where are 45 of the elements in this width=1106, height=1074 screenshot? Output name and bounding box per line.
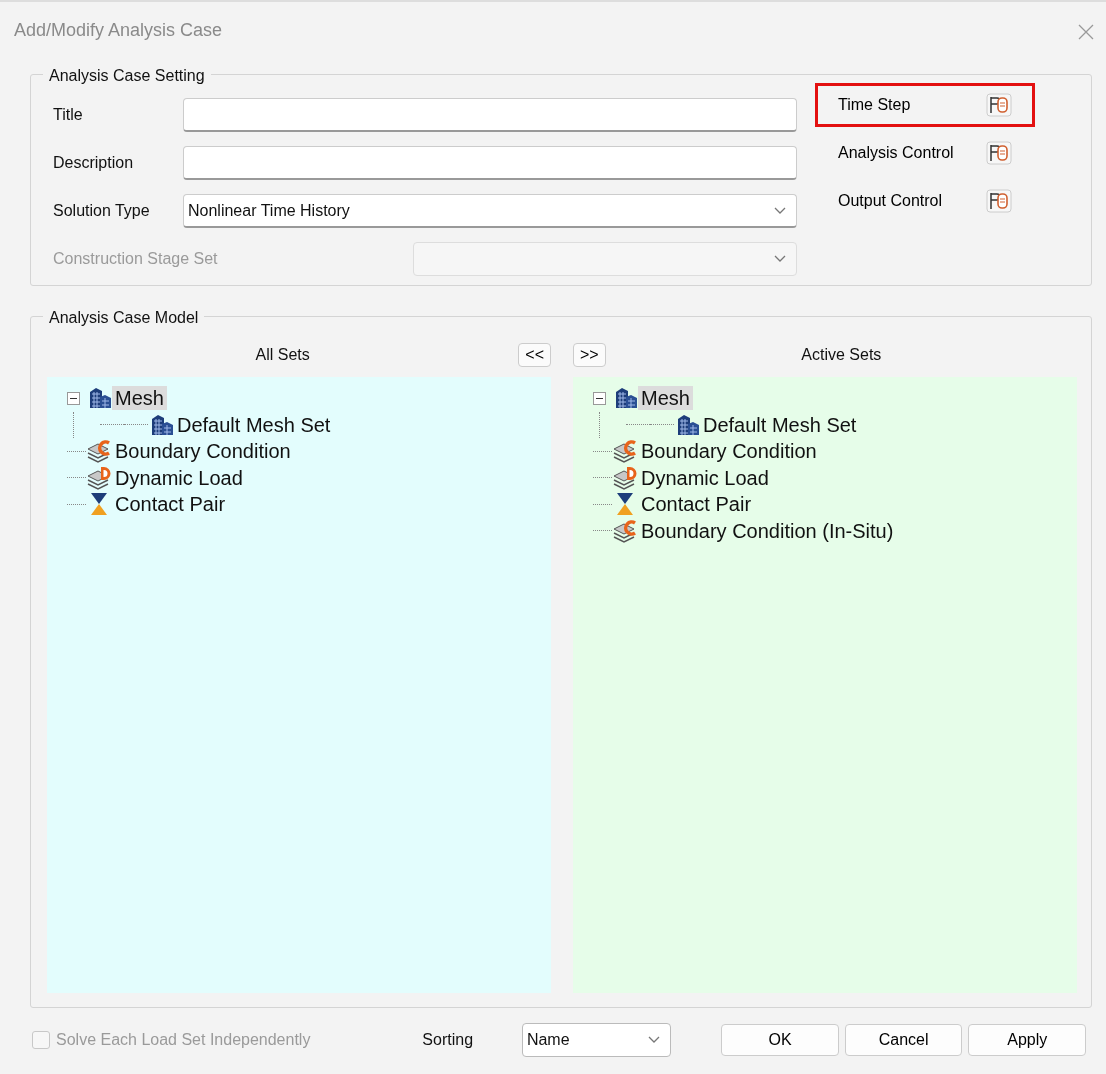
tree-item[interactable]: Boundary Condition (In-Situ) (638, 518, 897, 543)
layers-icon (612, 518, 638, 543)
tree-item[interactable]: Boundary Condition (638, 439, 820, 464)
side-button[interactable]: Analysis Control (815, 131, 1035, 175)
collapse-toggle[interactable] (67, 391, 80, 405)
field-label: Sorting (422, 1030, 475, 1050)
move-button[interactable]: << (518, 343, 551, 367)
tree-item[interactable]: Contact Pair (112, 492, 229, 517)
tree-item[interactable]: Boundary Condition (112, 439, 294, 464)
tree-item[interactable]: Dynamic Load (638, 465, 772, 490)
panel-title: All Sets (254, 345, 311, 365)
tree-item[interactable]: Dynamic Load (112, 465, 246, 490)
window-title: Add/Modify Analysis Case (14, 18, 223, 42)
input-field[interactable] (183, 146, 797, 180)
layers-icon (612, 465, 638, 490)
chevron-icon (774, 206, 786, 215)
panel-title: Active Sets (800, 345, 883, 365)
field-label: Title (52, 105, 84, 125)
tree-item[interactable]: Default Mesh Set (174, 412, 334, 437)
input-field[interactable] (183, 98, 797, 132)
field-label: Construction Stage Set (52, 249, 219, 269)
checkbox-label: Solve Each Load Set Independently (56, 1030, 311, 1050)
field-label: Description (52, 153, 135, 173)
dialog-button[interactable]: OK (721, 1024, 839, 1056)
chevron-icon (774, 255, 786, 263)
side-button[interactable]: Output Control (815, 179, 1035, 223)
settings-icon (986, 141, 1012, 165)
layers-icon (86, 439, 112, 464)
dialog-button[interactable]: Cancel (844, 1024, 963, 1056)
field-label: Solution Type (52, 201, 151, 221)
tree-item[interactable]: Mesh (638, 386, 693, 411)
dropdown[interactable]: Name (521, 1023, 672, 1057)
settings-icon (986, 93, 1012, 117)
layers-icon (86, 465, 112, 490)
tree-item[interactable]: Contact Pair (638, 492, 755, 517)
tree-item[interactable]: Default Mesh Set (700, 412, 860, 437)
tree-item[interactable]: Mesh (112, 386, 167, 411)
side-button[interactable]: Time Step (815, 83, 1035, 127)
collapse-toggle[interactable] (593, 391, 606, 405)
layers-icon (612, 439, 638, 464)
move-button[interactable]: >> (573, 343, 606, 367)
dialog-button[interactable]: Apply (968, 1024, 1086, 1056)
dropdown[interactable]: Nonlinear Time History (183, 194, 797, 228)
settings-icon (986, 189, 1012, 213)
chevron-icon (648, 1036, 661, 1044)
